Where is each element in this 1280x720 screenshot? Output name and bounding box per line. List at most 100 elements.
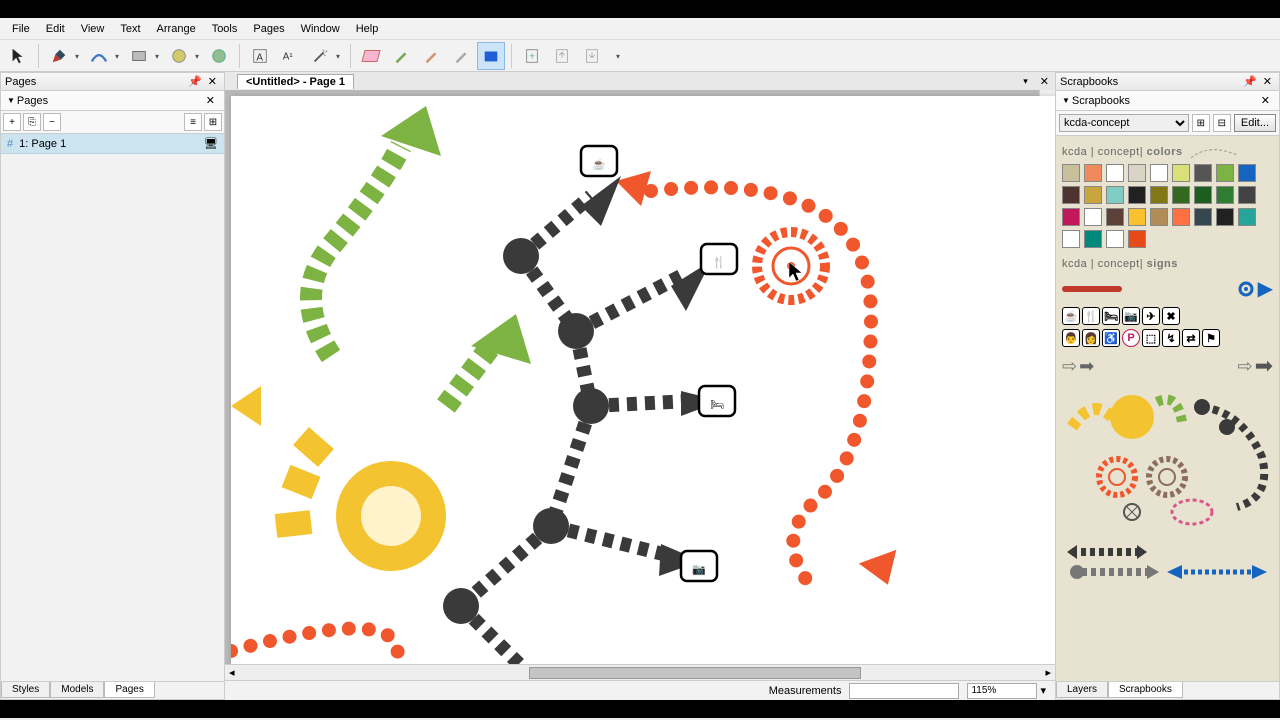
sign-icon[interactable]: P (1122, 329, 1140, 347)
scrapbook-edit-button[interactable]: Edit... (1234, 114, 1276, 132)
canvas[interactable]: ☕ 🍴 🛏 📷 (231, 96, 1055, 664)
color-swatch[interactable] (1150, 208, 1168, 226)
sign-icon[interactable]: 🛏 (1102, 307, 1120, 325)
color-swatch[interactable] (1084, 230, 1102, 248)
ellipse-tool-dropdown[interactable] (195, 50, 203, 62)
tab-layers[interactable]: Layers (1056, 682, 1108, 698)
text-tool[interactable]: A (246, 42, 274, 70)
pages-panel-close[interactable]: ✕ (205, 76, 220, 88)
color-swatch[interactable] (1216, 208, 1234, 226)
sign-arrow-solid-2[interactable]: ➡ (1255, 353, 1273, 379)
color-swatch[interactable] (1128, 186, 1146, 204)
text-path-tool[interactable]: A¹ (276, 42, 304, 70)
color-swatch[interactable] (1238, 164, 1256, 182)
pages-subpanel-close[interactable]: ✕ (203, 94, 218, 107)
delete-page-button[interactable]: − (43, 113, 61, 131)
tab-styles[interactable]: Styles (1, 682, 50, 698)
sign-arrow-solid-1[interactable]: ➡ (1079, 356, 1094, 377)
color-swatch[interactable] (1106, 186, 1124, 204)
menu-file[interactable]: File (4, 20, 38, 38)
brush-tool-2[interactable] (417, 42, 445, 70)
color-swatch[interactable] (1194, 208, 1212, 226)
zoom-dropdown[interactable]: ▾ (1037, 684, 1049, 697)
color-swatch[interactable] (1194, 186, 1212, 204)
tab-dropdown[interactable]: ▾ (1017, 76, 1034, 87)
color-swatch[interactable] (1150, 164, 1168, 182)
menu-arrange[interactable]: Arrange (149, 20, 204, 38)
pen-tool-dropdown[interactable] (75, 50, 83, 62)
color-swatch[interactable] (1062, 186, 1080, 204)
color-swatch[interactable] (1128, 230, 1146, 248)
color-swatch[interactable] (1128, 164, 1146, 182)
pages-panel-header[interactable]: Pages ✕ (1, 91, 224, 111)
tab-scrapbooks[interactable]: Scrapbooks (1108, 682, 1183, 698)
sign-line-red[interactable] (1062, 286, 1122, 292)
rect-tool[interactable] (125, 42, 153, 70)
zoom-input[interactable] (967, 683, 1037, 699)
eraser-tool[interactable] (357, 42, 385, 70)
color-swatch[interactable] (1216, 186, 1234, 204)
sign-icon[interactable]: 🍴 (1082, 307, 1100, 325)
color-swatch[interactable] (1106, 208, 1124, 226)
sign-arrow-blue[interactable]: ▶ (1258, 276, 1273, 301)
curve-tool[interactable] (85, 42, 113, 70)
color-swatch[interactable] (1084, 186, 1102, 204)
sign-arrow-outline-1[interactable]: ⇨ (1062, 356, 1077, 377)
document-tab[interactable]: <Untitled> - Page 1 (237, 74, 354, 89)
page-list-item[interactable]: # 1: Page 1 🖥 (1, 134, 224, 154)
curve-tool-dropdown[interactable] (115, 50, 123, 62)
color-swatch[interactable] (1106, 164, 1124, 182)
rect-tool-dropdown[interactable] (155, 50, 163, 62)
ellipse-tool[interactable] (165, 42, 193, 70)
sign-icon[interactable]: ⬚ (1142, 329, 1160, 347)
polygon-tool[interactable] (205, 42, 233, 70)
scrapbook-preview[interactable] (1062, 387, 1273, 587)
sign-arrow-outline-2[interactable]: ⇨ (1237, 356, 1252, 377)
color-swatch[interactable] (1084, 164, 1102, 182)
brush-tool-1[interactable] (387, 42, 415, 70)
sign-icon[interactable]: ☕ (1062, 307, 1080, 325)
pen-tool[interactable] (45, 42, 73, 70)
tab-pages[interactable]: Pages (104, 682, 154, 698)
toolbar-overflow[interactable] (616, 50, 624, 62)
list-view-button[interactable]: ≡ (184, 113, 202, 131)
color-swatch[interactable] (1172, 208, 1190, 226)
scrapbooks-close[interactable]: ✕ (1260, 76, 1275, 88)
sign-icon[interactable]: 📷 (1122, 307, 1140, 325)
scrapbooks-header[interactable]: Scrapbooks ✕ (1056, 91, 1279, 111)
wand-tool[interactable] (306, 42, 334, 70)
grid-view-button[interactable]: ⊞ (204, 113, 222, 131)
sign-icon[interactable]: ↯ (1162, 329, 1180, 347)
color-swatch[interactable] (1084, 208, 1102, 226)
menu-edit[interactable]: Edit (38, 20, 73, 38)
add-page-tool[interactable]: + (518, 42, 546, 70)
document-tab-close[interactable]: ✕ (1034, 75, 1055, 88)
sign-icon[interactable]: ✖ (1162, 307, 1180, 325)
color-swatch[interactable] (1062, 208, 1080, 226)
color-swatch[interactable] (1062, 230, 1080, 248)
duplicate-page-button[interactable]: ⎘ (23, 113, 41, 131)
scrapbook-select[interactable]: kcda-concept (1059, 114, 1189, 132)
sign-icon[interactable]: 👨 (1062, 329, 1080, 347)
export-tool[interactable] (548, 42, 576, 70)
menu-view[interactable]: View (73, 20, 113, 38)
color-swatch[interactable] (1238, 208, 1256, 226)
menu-text[interactable]: Text (112, 20, 148, 38)
menu-window[interactable]: Window (293, 20, 348, 38)
scrapbooks-pin[interactable]: 📌 (1243, 76, 1257, 88)
scrapbook-prev[interactable]: ⊞ (1192, 114, 1210, 132)
sign-icon[interactable]: ⇄ (1182, 329, 1200, 347)
color-swatch[interactable] (1062, 164, 1080, 182)
scrapbooks-subpanel-close[interactable]: ✕ (1258, 94, 1273, 107)
import-tool[interactable] (578, 42, 606, 70)
color-swatch[interactable] (1106, 230, 1124, 248)
sign-icon[interactable]: ✈ (1142, 307, 1160, 325)
brush-tool-3[interactable] (447, 42, 475, 70)
scrollbar-horizontal[interactable]: ◂ ▸ (225, 664, 1055, 680)
select-tool[interactable] (4, 42, 32, 70)
sign-icon[interactable]: ⚑ (1202, 329, 1220, 347)
add-page-button[interactable]: + (3, 113, 21, 131)
measurements-input[interactable] (849, 683, 959, 699)
color-swatch[interactable] (1128, 208, 1146, 226)
color-fill-tool[interactable] (477, 42, 505, 70)
